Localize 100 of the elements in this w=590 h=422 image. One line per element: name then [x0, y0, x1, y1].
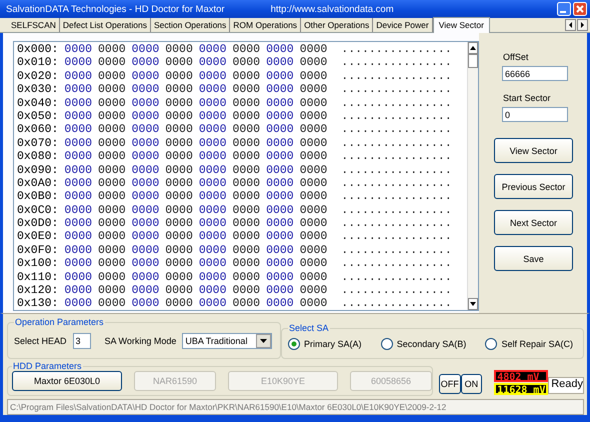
- hex-word: 0000: [266, 150, 294, 164]
- hex-word: 0000: [232, 230, 260, 244]
- hex-word: 0000: [198, 164, 226, 177]
- hex-word: 0000: [198, 123, 226, 137]
- tab[interactable]: SELFSCAN: [8, 18, 60, 32]
- hex-word: 0000: [266, 217, 294, 230]
- hex-word: 0000: [132, 164, 160, 177]
- hex-word: 0000: [132, 43, 160, 56]
- hex-word: 0000: [165, 70, 193, 84]
- power-button[interactable]: ON: [460, 374, 482, 394]
- close-icon[interactable]: [573, 2, 587, 16]
- hex-word: 0000: [64, 217, 92, 230]
- ascii-text: ................: [341, 83, 452, 97]
- hex-word: 0000: [132, 176, 160, 190]
- hex-word: 0000: [198, 244, 226, 258]
- hex-word: 0000: [64, 83, 92, 97]
- hex-address: 0x070:: [17, 136, 58, 150]
- scroll-thumb-icon[interactable]: [468, 54, 478, 68]
- hex-word: 0000: [232, 284, 260, 298]
- sector-button[interactable]: Save: [494, 246, 573, 271]
- voltage-reading: 4802 mV: [497, 373, 540, 383]
- hex-word: 0000: [98, 270, 126, 284]
- hex-word: 0000: [98, 96, 126, 110]
- radio-button[interactable]: [380, 338, 393, 350]
- offset-field[interactable]: 66666: [502, 66, 568, 81]
- hex-word: 0000: [232, 244, 260, 258]
- ascii-text: ................: [341, 56, 452, 70]
- offset-label: OffSet: [503, 52, 528, 62]
- minimize-icon[interactable]: [557, 2, 571, 16]
- hex-word: 0000: [132, 284, 160, 298]
- hex-word: 0000: [232, 217, 260, 230]
- hex-word: 0000: [266, 244, 294, 258]
- scroll-down-icon[interactable]: [468, 298, 478, 310]
- hex-word: 0000: [165, 150, 193, 164]
- ascii-text: ................: [341, 96, 452, 110]
- hex-address: 0x0F0:: [17, 244, 58, 258]
- hex-word: 0000: [266, 176, 294, 190]
- hex-word: 0000: [165, 297, 193, 310]
- hex-word: 0000: [64, 56, 92, 70]
- hex-word: 0000: [198, 297, 226, 310]
- mode-label: SA Working Mode: [104, 336, 176, 346]
- hex-word: 0000: [300, 83, 328, 97]
- mode-dropdown[interactable]: UBA Traditional: [182, 332, 272, 348]
- group-title: Operation Parameters: [14, 317, 105, 327]
- hex-word: 0000: [165, 257, 193, 271]
- hex-word: 0000: [300, 284, 328, 298]
- head-field[interactable]: 3: [72, 332, 91, 348]
- hex-word: 0000: [64, 297, 92, 310]
- hex-address: 0x090:: [17, 164, 58, 177]
- scroll-right-icon[interactable]: [577, 19, 588, 31]
- hex-word: 0000: [132, 70, 160, 84]
- hex-word: 0000: [232, 270, 260, 284]
- ascii-text: ................: [341, 297, 452, 310]
- power-button[interactable]: OFF: [439, 374, 461, 394]
- hex-word: 0000: [165, 204, 193, 218]
- hex-word: 0000: [132, 257, 160, 271]
- sector-button[interactable]: Next Sector: [494, 210, 573, 235]
- hex-word: 0000: [198, 190, 226, 204]
- hex-address: 0x0C0:: [17, 204, 58, 218]
- hex-word: 0000: [266, 83, 294, 97]
- hex-word: 0000: [64, 176, 92, 190]
- group-title: Select SA: [288, 323, 330, 333]
- scrollbar[interactable]: [467, 42, 478, 310]
- ascii-text: ................: [341, 150, 452, 164]
- scroll-up-icon[interactable]: [468, 42, 478, 54]
- hex-word: 0000: [198, 217, 226, 230]
- hex-word: 0000: [165, 43, 193, 56]
- hex-word: 0000: [98, 164, 126, 177]
- hex-word: 0000: [98, 136, 126, 150]
- hex-word: 0000: [98, 190, 126, 204]
- hex-word: 0000: [198, 284, 226, 298]
- hdd-info-button[interactable]: Maxtor 6E030L0: [12, 371, 122, 391]
- hex-word: 0000: [165, 110, 193, 124]
- radio-button[interactable]: [288, 338, 300, 350]
- hex-word: 0000: [132, 83, 160, 97]
- scroll-left-icon[interactable]: [565, 19, 576, 31]
- ascii-text: ................: [341, 217, 452, 230]
- status-text: Ready: [548, 377, 584, 394]
- hex-word: 0000: [132, 96, 160, 110]
- hex-word: 0000: [98, 257, 126, 271]
- ascii-text: ................: [341, 123, 452, 137]
- hex-word: 0000: [232, 136, 260, 150]
- hex-word: 0000: [132, 190, 160, 204]
- ascii-text: ................: [341, 164, 452, 177]
- hex-word: 0000: [132, 110, 160, 124]
- hex-word: 0000: [266, 70, 294, 84]
- hex-word: 0000: [300, 150, 328, 164]
- voltage-reading: 11628 mV: [497, 386, 546, 396]
- sector-button[interactable]: View Sector: [494, 138, 573, 163]
- hex-word: 0000: [198, 110, 226, 124]
- hex-word: 0000: [165, 96, 193, 110]
- hex-word: 0000: [98, 83, 126, 97]
- hex-word: 0000: [165, 217, 193, 230]
- radio-button[interactable]: [485, 338, 498, 350]
- start-sector-field[interactable]: 0: [502, 107, 568, 122]
- hex-word: 0000: [132, 230, 160, 244]
- hex-word: 0000: [98, 56, 126, 70]
- sector-button[interactable]: Previous Sector: [494, 174, 573, 199]
- tab[interactable]: View Sector: [432, 17, 490, 33]
- ascii-text: ................: [341, 70, 452, 84]
